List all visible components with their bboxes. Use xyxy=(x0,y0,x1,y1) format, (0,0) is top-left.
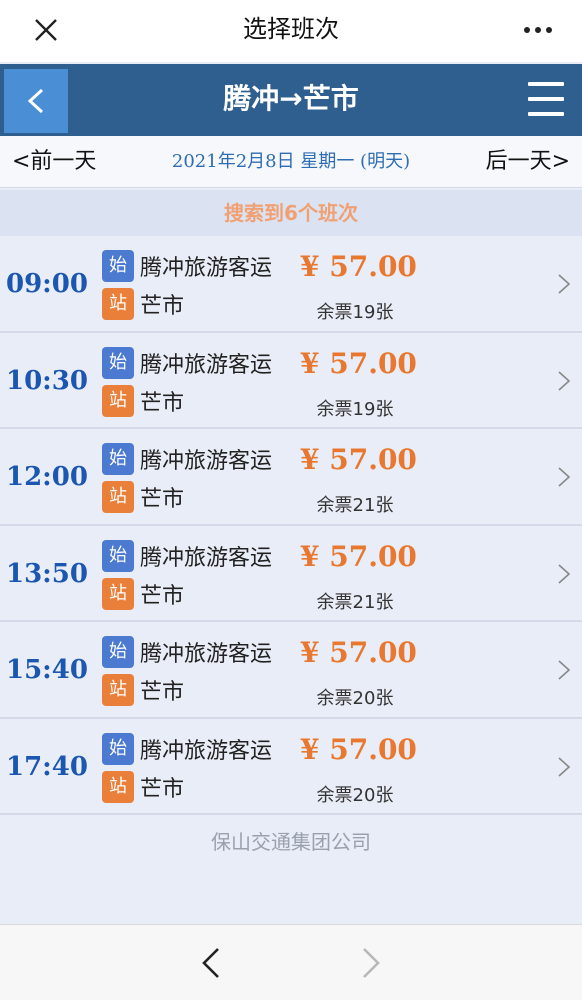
departure-time: 12:00 xyxy=(6,462,88,492)
ticket-price: ¥ 57.00 xyxy=(300,250,417,283)
trip-row[interactable]: 09:00 始 腾冲旅游客运 站 芒市 ¥ 57.00 余票19张 xyxy=(0,236,582,333)
ticket-price: ¥ 57.00 xyxy=(300,346,417,380)
destination-station: 芒市 xyxy=(140,680,185,705)
departure-time: 13:50 xyxy=(6,558,88,589)
more-icon[interactable] xyxy=(516,10,560,50)
trip-row[interactable]: 13:50 始 腾冲旅游客运 站 芒市 ¥ 57.00 余票21张 xyxy=(0,525,582,622)
destination-station: 芒市 xyxy=(140,583,185,609)
route-title: 腾冲→芒市 xyxy=(223,82,359,115)
result-count: 搜索到6个班次 xyxy=(0,190,582,236)
wechat-title-bar: 选择班次 xyxy=(0,0,582,62)
origin-station: 腾冲旅游客运 xyxy=(140,256,273,281)
destination-badge: 站 xyxy=(102,288,134,320)
origin-station: 腾冲旅游客运 xyxy=(140,642,273,667)
trip-row[interactable]: 17:40 始 腾冲旅游客运 站 芒市 ¥ 57.00 余票20张 xyxy=(0,718,582,815)
origin-badge: 始 xyxy=(102,250,134,282)
chevron-right-icon xyxy=(558,274,571,294)
ticket-price: ¥ 57.00 xyxy=(300,539,417,573)
destination-station: 芒市 xyxy=(140,390,185,416)
origin-badge: 始 xyxy=(102,732,134,765)
trip-row[interactable]: 12:00 始 腾冲旅游客运 站 芒市 ¥ 57.00 余票21张 xyxy=(0,429,582,526)
app-header: 腾冲→芒市 xyxy=(0,64,582,136)
destination-badge: 站 xyxy=(102,481,134,513)
ticket-price: ¥ 57.00 xyxy=(300,443,417,476)
chevron-right-icon xyxy=(558,563,571,584)
browser-back-icon[interactable] xyxy=(196,945,228,981)
remaining-seats: 余票19张 xyxy=(316,398,394,420)
ticket-price: ¥ 57.00 xyxy=(300,636,417,669)
destination-badge: 站 xyxy=(102,770,134,803)
destination-badge: 站 xyxy=(102,384,134,417)
date-bar: <前一天 2021年2月8日 星期一 (明天) 后一天> xyxy=(0,136,582,188)
remaining-seats: 余票21张 xyxy=(316,591,394,613)
departure-time: 10:30 xyxy=(6,365,88,396)
destination-badge: 站 xyxy=(102,577,134,610)
origin-badge: 始 xyxy=(102,636,134,668)
trip-row[interactable]: 10:30 始 腾冲旅游客运 站 芒市 ¥ 57.00 余票19张 xyxy=(0,332,582,429)
remaining-seats: 余票20张 xyxy=(316,688,394,709)
departure-time: 09:00 xyxy=(6,269,88,299)
destination-station: 芒市 xyxy=(140,776,185,802)
origin-badge: 始 xyxy=(102,346,134,379)
company-footer: 保山交通集团公司 xyxy=(211,830,371,854)
origin-station: 腾冲旅游客运 xyxy=(140,449,273,474)
origin-station: 腾冲旅游客运 xyxy=(140,738,273,764)
bottom-navigation xyxy=(0,924,582,1000)
origin-badge: 始 xyxy=(102,539,134,572)
remaining-seats: 余票20张 xyxy=(316,784,394,806)
trip-row[interactable]: 15:40 始 腾冲旅游客运 站 芒市 ¥ 57.00 余票20张 xyxy=(0,622,582,719)
page-title: 选择班次 xyxy=(243,15,339,43)
origin-station: 腾冲旅游客运 xyxy=(140,545,273,571)
destination-badge: 站 xyxy=(102,674,134,706)
ticket-price: ¥ 57.00 xyxy=(300,732,417,766)
menu-icon[interactable] xyxy=(528,78,564,120)
departure-time: 17:40 xyxy=(6,751,88,782)
chevron-right-icon xyxy=(558,756,571,777)
destination-station: 芒市 xyxy=(140,487,185,512)
remaining-seats: 余票19张 xyxy=(316,302,394,323)
departure-time: 15:40 xyxy=(6,655,88,685)
remaining-seats: 余票21张 xyxy=(316,495,394,516)
origin-station: 腾冲旅游客运 xyxy=(140,352,273,378)
chevron-right-icon xyxy=(558,467,571,487)
next-day-button[interactable]: 后一天> xyxy=(486,136,570,188)
chevron-right-icon xyxy=(558,370,571,391)
chevron-right-icon xyxy=(558,660,571,680)
origin-badge: 始 xyxy=(102,443,134,475)
trip-list: 09:00 始 腾冲旅游客运 站 芒市 ¥ 57.00 余票19张 10:30 … xyxy=(0,236,582,815)
destination-station: 芒市 xyxy=(140,294,185,319)
browser-forward-icon[interactable] xyxy=(354,945,386,981)
